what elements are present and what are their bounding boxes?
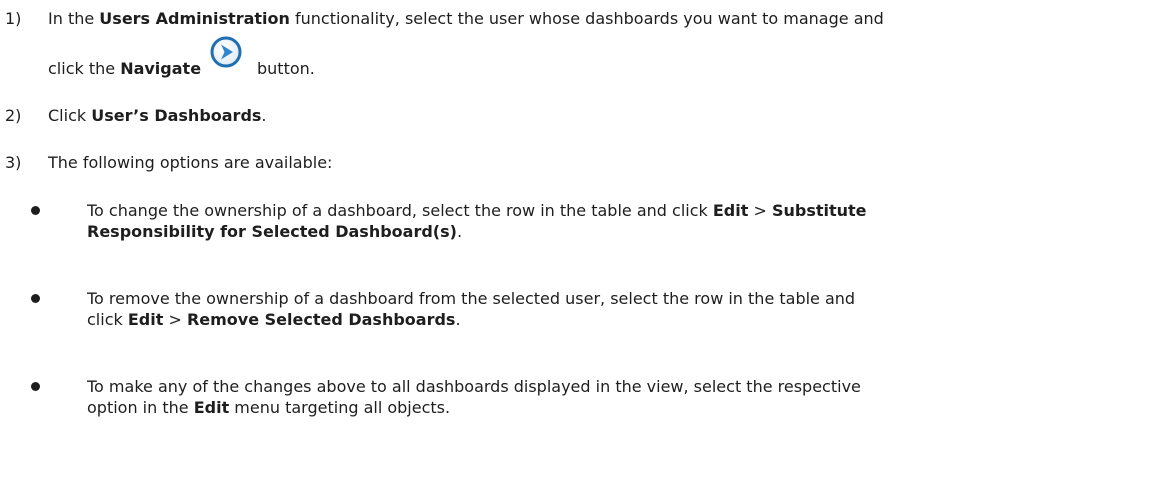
text-run: >	[748, 201, 772, 220]
ui-term-substitute: Substitute	[771, 201, 867, 220]
ui-term-edit: Edit	[193, 398, 230, 417]
instructions-document: 1) In the Users Administration functiona…	[0, 0, 1173, 480]
text-run: click the	[48, 59, 121, 78]
bullet-line: click Edit > Remove Selected Dashboards.	[87, 309, 1167, 330]
bullet-text: To change the ownership of a dashboard, …	[87, 200, 1167, 242]
step-number: 2)	[5, 106, 22, 125]
text-run: >	[163, 310, 187, 329]
text-run: button.	[257, 59, 315, 78]
step-text: Click User’s Dashboards.	[48, 106, 267, 126]
step-text: The following options are available:	[48, 153, 333, 172]
navigate-arrow-icon	[210, 36, 242, 68]
text-run: In the	[48, 9, 100, 28]
step-text: click the Navigate	[48, 59, 201, 79]
bullet-text: To remove the ownership of a dashboard f…	[87, 288, 1167, 330]
step-number: 3)	[5, 153, 22, 172]
step-text: In the Users Administration functionalit…	[48, 9, 884, 29]
bullet-line: To remove the ownership of a dashboard f…	[87, 289, 856, 308]
ui-term-edit: Edit	[712, 201, 749, 220]
ui-term-remove-selected-dashboards: Remove Selected Dashboards	[186, 310, 456, 329]
bullet-line: To make any of the changes above to all …	[87, 377, 861, 396]
bullet-dot	[31, 382, 40, 391]
text-run: To change the ownership of a dashboard, …	[87, 201, 713, 220]
bullet-text: To make any of the changes above to all …	[87, 376, 1167, 418]
text-run: Click	[48, 106, 92, 125]
bullet-dot	[31, 206, 40, 215]
text-run: .	[455, 310, 461, 329]
ui-term-edit: Edit	[127, 310, 164, 329]
bullet-line: option in the Edit menu targeting all ob…	[87, 397, 1167, 418]
text-run: .	[456, 222, 463, 241]
text-run: option in the	[87, 398, 194, 417]
text-run: click	[87, 310, 128, 329]
bullet-line: To change the ownership of a dashboard, …	[87, 200, 1167, 221]
text-run: menu targeting all objects.	[229, 398, 451, 417]
ui-term-users-dashboards: User’s Dashboards	[91, 106, 262, 125]
ui-term-responsibility: Responsibility for Selected Dashboard(s)	[87, 222, 457, 241]
ui-term-navigate: Navigate	[120, 59, 202, 78]
text-run: .	[261, 106, 267, 125]
step-number: 1)	[5, 9, 22, 28]
bullet-line: Responsibility for Selected Dashboard(s)…	[87, 221, 1167, 242]
text-run: functionality, select the user whose das…	[289, 9, 884, 28]
ui-term-users-administration: Users Administration	[99, 9, 290, 28]
bullet-dot	[31, 294, 40, 303]
